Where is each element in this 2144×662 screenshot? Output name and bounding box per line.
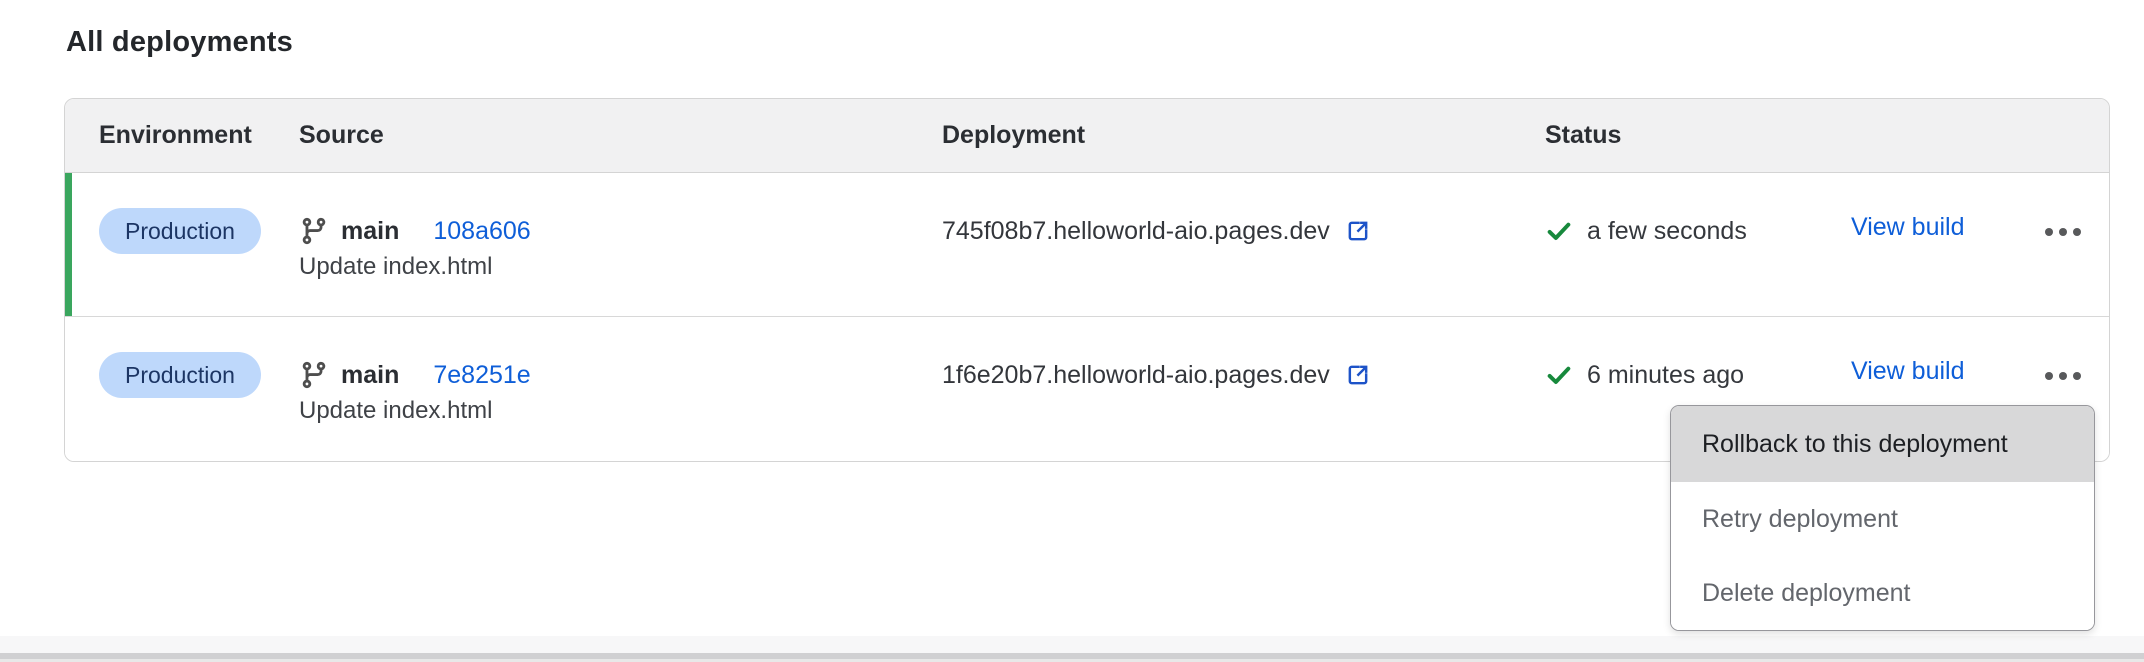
commit-message: Update index.html [299, 393, 942, 429]
column-header-status: Status [1545, 121, 1851, 150]
row-actions-button[interactable] [2045, 228, 2081, 236]
source-cell: main 7e8251e Update index.html [299, 317, 942, 461]
git-branch-icon [299, 360, 329, 390]
deployments-page: All deployments Environment Source Deplo… [0, 0, 2144, 662]
view-build-link[interactable]: View build [1851, 213, 1965, 241]
table-header-row: Environment Source Deployment Status [65, 99, 2109, 173]
table-row: Production main 108a606 Update index.htm… [65, 173, 2109, 317]
column-header-environment: Environment [65, 121, 299, 150]
row-actions-button[interactable] [2045, 372, 2081, 380]
environment-badge: Production [99, 352, 261, 398]
current-deployment-indicator [65, 173, 72, 316]
view-build-cell: View build [1851, 173, 2021, 316]
branch-name: main [341, 217, 399, 246]
environment-cell: Production [65, 173, 299, 316]
branch-name: main [341, 361, 399, 390]
environment-cell: Production [65, 317, 299, 461]
column-header-source: Source [299, 121, 942, 150]
page-title: All deployments [66, 26, 293, 59]
status-cell: a few seconds [1545, 173, 1851, 316]
section-bottom-band [0, 636, 2144, 653]
deployment-url: 1f6e20b7.helloworld-aio.pages.dev [942, 361, 1330, 390]
deployment-cell: 745f08b7.helloworld-aio.pages.dev [942, 173, 1545, 316]
deployment-time: a few seconds [1587, 217, 1747, 246]
external-link-icon[interactable] [1344, 361, 1372, 389]
commit-message: Update index.html [299, 249, 942, 285]
deployment-actions-menu: Rollback to this deployment Retry deploy… [1670, 405, 2095, 631]
menu-item-rollback[interactable]: Rollback to this deployment [1671, 406, 2094, 482]
commit-link[interactable]: 108a606 [433, 217, 530, 246]
view-build-link[interactable]: View build [1851, 357, 1965, 385]
menu-item-retry[interactable]: Retry deployment [1671, 482, 2094, 556]
menu-item-delete[interactable]: Delete deployment [1671, 556, 2094, 630]
deployment-url: 745f08b7.helloworld-aio.pages.dev [942, 217, 1330, 246]
deployment-time: 6 minutes ago [1587, 361, 1744, 390]
success-check-icon [1545, 217, 1573, 245]
source-cell: main 108a606 Update index.html [299, 173, 942, 316]
git-branch-icon [299, 216, 329, 246]
deployment-cell: 1f6e20b7.helloworld-aio.pages.dev [942, 317, 1545, 461]
commit-link[interactable]: 7e8251e [433, 361, 530, 390]
external-link-icon[interactable] [1344, 217, 1372, 245]
success-check-icon [1545, 361, 1573, 389]
actions-cell [2021, 173, 2110, 316]
environment-badge: Production [99, 208, 261, 254]
column-header-deployment: Deployment [942, 121, 1545, 150]
